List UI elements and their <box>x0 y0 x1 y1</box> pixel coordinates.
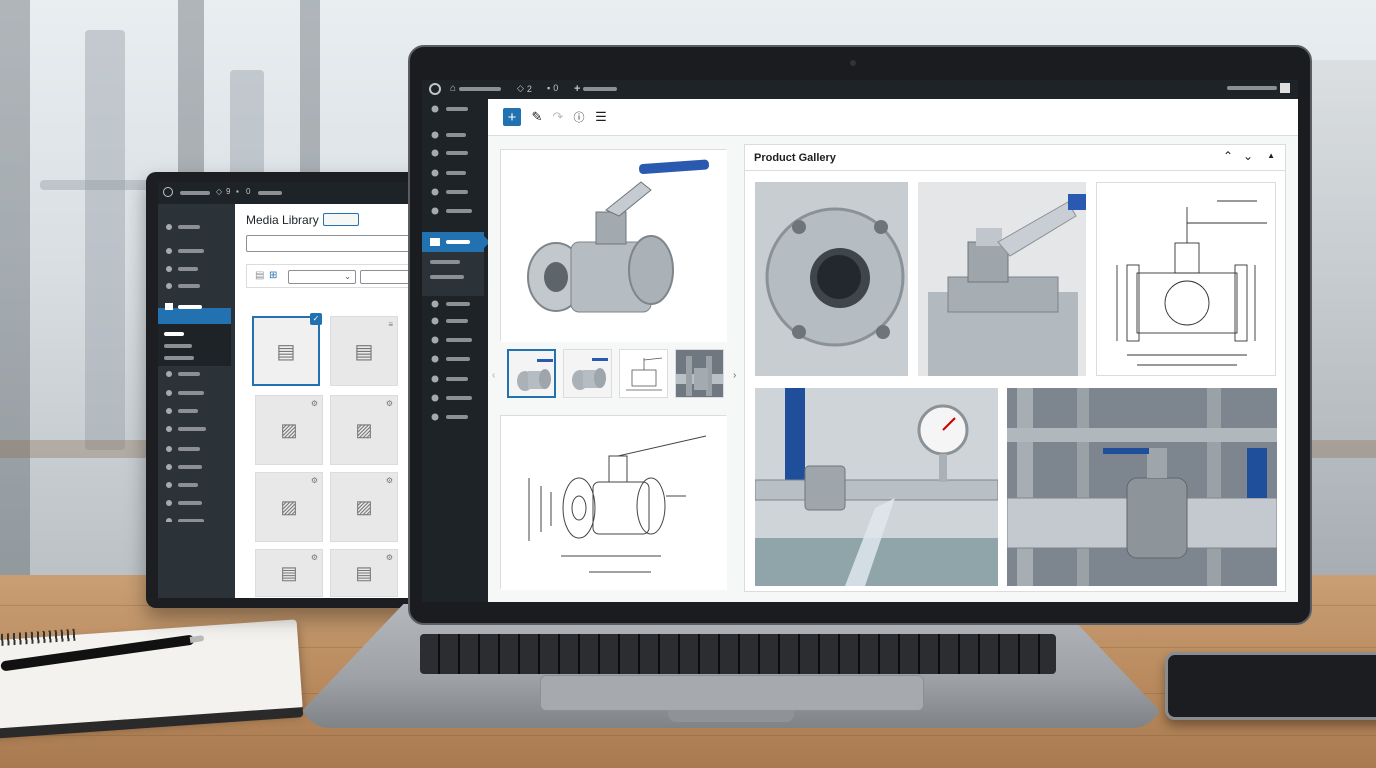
gear-icon[interactable]: ⚙ <box>311 553 318 562</box>
gear-icon[interactable]: ⚙ <box>386 476 393 485</box>
plus-icon: + <box>574 83 581 95</box>
gallery-tile-flange-closeup[interactable] <box>755 182 908 376</box>
avatar <box>1280 83 1290 93</box>
site-name-link[interactable]: ⌂ <box>450 83 502 94</box>
updates-icon: ◇ <box>517 83 524 93</box>
comments-count: 0 <box>246 187 251 196</box>
search-input[interactable] <box>246 235 426 252</box>
refinery-tower <box>85 30 125 450</box>
comments-count: 0 <box>553 83 559 93</box>
comments-icon: ▪ <box>547 83 551 93</box>
admin-bar: ⌂ ◇ 2 ▪ 0 + <box>422 80 1298 99</box>
chevron-up-icon[interactable]: ⌃ <box>1223 149 1233 163</box>
document-icon: ▤ <box>354 340 374 363</box>
menu-icon[interactable]: ≡ <box>388 320 393 329</box>
admin-bar: ◇ 9 ▪ 0 <box>158 182 426 204</box>
add-new-button[interactable] <box>323 213 359 226</box>
gallery-title: Product Gallery <box>754 152 836 164</box>
media-tile[interactable]: ▤ ⚙ <box>330 549 398 597</box>
thumbnail[interactable] <box>563 349 612 398</box>
ball-valve-photo <box>501 150 727 342</box>
media-tile[interactable]: ▤ ⚙ <box>255 549 323 597</box>
gear-icon[interactable]: ⚙ <box>311 399 318 408</box>
document-icon: ▤ <box>276 340 296 363</box>
add-block-button[interactable]: + <box>503 108 521 126</box>
image-icon: ▨ <box>355 419 373 440</box>
chevron-down-icon[interactable]: ⌄ <box>1243 149 1253 163</box>
left-sidebar-icons <box>164 222 224 527</box>
wordpress-logo-icon[interactable] <box>163 187 173 197</box>
media-tile[interactable]: ▨ ⚙ <box>330 395 398 465</box>
sidebar-menu-items[interactable] <box>164 222 224 524</box>
list-view-icon[interactable]: ▤ <box>255 270 264 281</box>
gear-icon[interactable]: ⚙ <box>386 399 393 408</box>
gallery-tile-cross-section-drawing[interactable] <box>1096 182 1276 376</box>
product-gallery-block[interactable]: Product Gallery ⌃ ⌄ ▲ <box>744 144 1286 592</box>
laptop-notch <box>668 710 794 722</box>
gear-icon[interactable]: ⚙ <box>386 553 393 562</box>
list-view-icon[interactable]: ☰ <box>592 108 610 126</box>
window-frame <box>0 0 30 600</box>
ball-valve-dimension-drawing <box>501 416 727 590</box>
media-tile[interactable]: ▨ ⚙ <box>330 472 398 542</box>
filter-bar: ▤ ⊞ ⌄ <box>246 264 426 288</box>
image-icon: ▨ <box>280 419 298 440</box>
account-link[interactable] <box>1227 83 1290 93</box>
media-type-select[interactable]: ⌄ <box>288 270 356 284</box>
notebook <box>0 619 304 739</box>
thumbnail-selected[interactable] <box>507 349 556 398</box>
webcam <box>850 60 856 66</box>
check-icon[interactable]: ✓ <box>310 313 322 325</box>
updates-count: 2 <box>526 83 532 94</box>
gallery-tile-valve-handle[interactable] <box>918 182 1086 376</box>
thumbnail-pipeline[interactable] <box>675 349 724 398</box>
wordpress-logo-icon[interactable] <box>429 83 441 95</box>
home-icon: ⌂ <box>450 83 457 94</box>
editor-screen: ⌂ ◇ 2 ▪ 0 + + ✎ ↷ ⓘ ☰ ‹ › Product Galler… <box>422 80 1298 602</box>
chevron-left-icon[interactable]: ‹ <box>492 370 495 381</box>
chevron-down-icon: ⌄ <box>344 272 351 281</box>
updates-count: 9 <box>226 187 231 196</box>
product-drawing-panel[interactable] <box>500 415 727 590</box>
media-tile[interactable]: ▤ ≡ <box>330 316 398 386</box>
media-tile[interactable]: ▨ ⚙ <box>255 472 323 542</box>
document-icon: ▤ <box>280 562 298 583</box>
new-content-link[interactable]: + <box>574 83 618 95</box>
updates-link[interactable]: ◇ 2 <box>517 83 532 94</box>
editor-toolbar: + ✎ ↷ ⓘ ☰ <box>488 99 1298 136</box>
gallery-tile-gauge-water[interactable] <box>755 388 998 586</box>
media-tile-selected[interactable]: ▤ ✓ <box>252 313 322 386</box>
gallery-tile-pipeline[interactable] <box>1007 388 1277 586</box>
grid-view-icon[interactable]: ⊞ <box>269 270 277 281</box>
redo-icon[interactable]: ↷ <box>549 108 567 126</box>
comments-icon[interactable]: ▪ <box>236 187 239 196</box>
page-title: Media Library <box>246 213 319 227</box>
image-icon: ▨ <box>280 496 298 517</box>
admin-sidebar <box>422 99 490 602</box>
product-main-image-panel[interactable] <box>500 149 727 342</box>
sidebar-menu-items[interactable] <box>422 99 488 602</box>
media-tile[interactable]: ▨ ⚙ <box>255 395 323 465</box>
updates-icon[interactable]: ◇ <box>216 187 222 196</box>
gear-icon[interactable]: ⚙ <box>311 476 318 485</box>
block-editor: + ✎ ↷ ⓘ ☰ ‹ › Product Gallery ⌃ ⌄ ▲ <box>488 99 1298 602</box>
collapse-icon[interactable]: ▲ <box>1267 151 1275 160</box>
pencil-icon[interactable]: ✎ <box>528 108 546 126</box>
thumbnail-drawing[interactable] <box>619 349 668 398</box>
comments-link[interactable]: ▪ 0 <box>547 83 558 93</box>
image-icon: ▨ <box>355 496 373 517</box>
document-icon: ▤ <box>355 562 373 583</box>
info-icon[interactable]: ⓘ <box>570 108 588 126</box>
chevron-right-icon[interactable]: › <box>733 370 736 381</box>
tablet <box>1165 652 1376 720</box>
gallery-header: Product Gallery ⌃ ⌄ ▲ <box>745 145 1285 171</box>
trackpad <box>540 675 924 711</box>
keyboard <box>420 634 1056 674</box>
